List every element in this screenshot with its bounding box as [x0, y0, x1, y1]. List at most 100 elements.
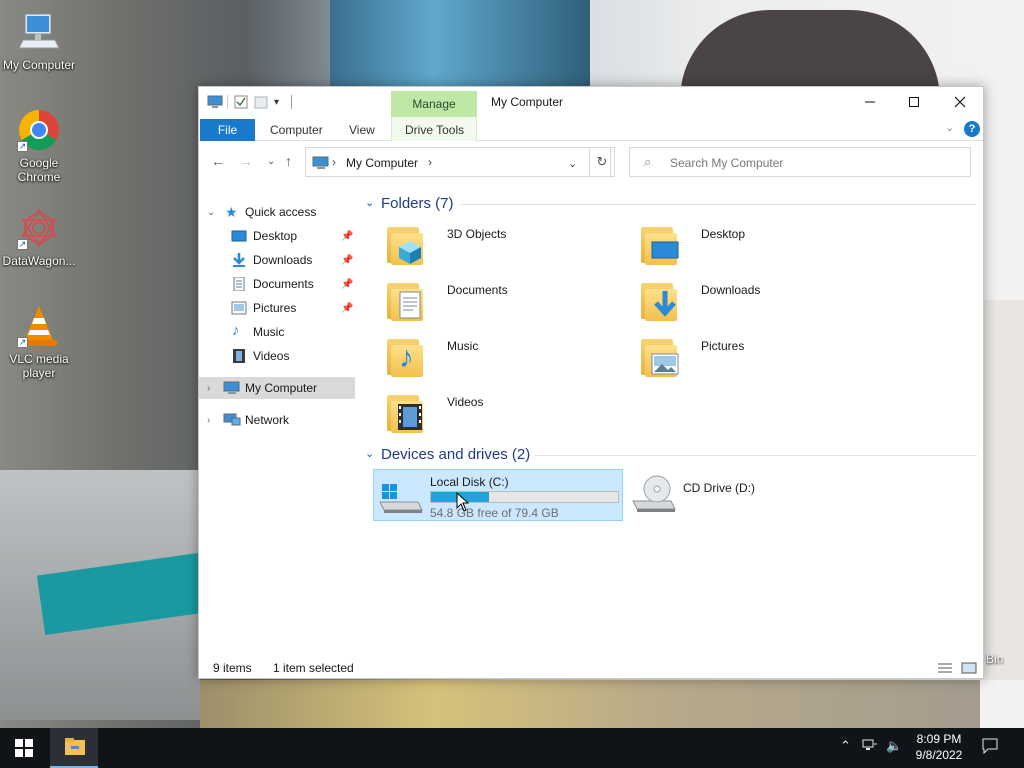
expand-arrow-icon[interactable]: ›	[207, 415, 210, 426]
nav-item-my-computer[interactable]: › My Computer	[199, 377, 355, 399]
nav-label: Network	[245, 413, 290, 427]
folder-videos[interactable]: Videos	[383, 389, 623, 441]
title-bar[interactable]: ▾ Manage My Computer	[199, 87, 983, 117]
address-dropdown-icon[interactable]: ⌄	[568, 157, 577, 170]
folder-documents[interactable]: Documents	[383, 277, 623, 329]
collapse-arrow-icon[interactable]: ⌄	[207, 207, 215, 218]
action-center-icon[interactable]	[982, 738, 998, 757]
window-title: My Computer	[491, 95, 564, 109]
computer-icon	[17, 10, 61, 54]
desktop-icon-my-computer[interactable]: My Computer	[1, 10, 77, 72]
pin-icon[interactable]: 📌	[341, 279, 353, 290]
volume-icon[interactable]: 🔈	[886, 738, 902, 754]
maximize-icon	[909, 97, 919, 107]
address-bar[interactable]: › My Computer › ⌄	[305, 147, 611, 177]
computer-small-icon	[207, 95, 223, 109]
cd-drive-icon	[631, 473, 677, 518]
group-header-devices[interactable]: ⌄ Devices and drives (2)	[365, 444, 977, 466]
quick-access-toolbar: ▾	[207, 95, 293, 109]
forward-icon[interactable]: →	[239, 153, 253, 169]
close-icon	[954, 96, 966, 108]
desktop-icon-vlc[interactable]: ↗ VLC media player	[1, 304, 77, 380]
recent-locations-icon[interactable]: ⌄	[267, 156, 275, 167]
pin-icon[interactable]: 📌	[341, 231, 353, 242]
taskbar-file-explorer[interactable]	[50, 728, 98, 768]
nav-item-documents[interactable]: Documents 📌	[199, 273, 355, 295]
large-icons-view-icon[interactable]	[961, 662, 977, 677]
start-button[interactable]	[0, 728, 48, 768]
breadcrumb-my-computer[interactable]: My Computer	[346, 156, 418, 170]
status-item-count: 9 items	[213, 661, 252, 675]
folder-label: Downloads	[701, 283, 761, 297]
nav-item-music[interactable]: ♪ Music	[199, 321, 355, 343]
toolbar-divider	[227, 95, 228, 109]
details-view-icon[interactable]	[937, 662, 953, 677]
nav-label: Documents	[253, 277, 314, 291]
tab-drive-tools[interactable]: Drive Tools	[405, 123, 464, 137]
nav-item-network[interactable]: › Network	[199, 409, 355, 431]
folder-music[interactable]: ♪ Music	[383, 333, 623, 385]
close-button[interactable]	[937, 87, 983, 117]
show-hidden-icons-icon[interactable]: ⌃	[840, 738, 851, 754]
music-folder-icon: ♪	[385, 333, 425, 379]
refresh-button[interactable]: ↻	[589, 147, 615, 177]
properties-icon[interactable]	[234, 95, 248, 109]
up-icon[interactable]: ↑	[285, 153, 292, 169]
folder-downloads[interactable]: Downloads	[637, 277, 877, 329]
nav-quick-access[interactable]: ⌄ ★ Quick access	[199, 201, 355, 223]
search-input[interactable]: ⌕ Search My Computer	[629, 147, 971, 177]
chrome-icon: ↗	[17, 108, 61, 152]
maximize-button[interactable]	[891, 87, 937, 117]
folder-label: Music	[447, 339, 479, 353]
desktop-icon	[231, 229, 247, 243]
navigation-bar: ← → ⌄ ↑ › My Computer › ⌄ ↻ ⌕ Search My …	[199, 145, 983, 179]
pin-icon[interactable]: 📌	[341, 255, 353, 266]
nav-item-downloads[interactable]: Downloads 📌	[199, 249, 355, 271]
collapse-group-icon[interactable]: ⌄	[365, 196, 374, 209]
breadcrumb-chevron-icon[interactable]: ›	[428, 155, 432, 169]
taskbar: ⌃ 🔈 8:09 PM 9/8/2022	[0, 728, 1024, 768]
picture-icon	[231, 301, 247, 315]
nav-label: Quick access	[245, 205, 317, 219]
breadcrumb-chevron-icon[interactable]: ›	[332, 155, 336, 169]
desktop-icon-datawagon[interactable]: ↗ DataWagon...	[1, 206, 77, 268]
folder-desktop[interactable]: Desktop	[637, 221, 877, 273]
taskbar-clock[interactable]: 8:09 PM 9/8/2022	[908, 731, 970, 763]
desktop-icon-chrome[interactable]: ↗ Google Chrome	[1, 108, 77, 184]
folder-pictures[interactable]: Pictures	[637, 333, 877, 385]
new-folder-icon[interactable]	[254, 95, 268, 109]
tab-computer[interactable]: Computer	[270, 123, 323, 137]
computer-small-icon	[223, 381, 240, 395]
drive-cd-d[interactable]: CD Drive (D:)	[627, 469, 867, 521]
desktop-icon-label: DataWagon...	[2, 254, 76, 268]
film-icon	[231, 349, 247, 363]
collapse-group-icon[interactable]: ⌄	[365, 447, 374, 460]
desktop-icon-label: My Computer	[2, 58, 76, 72]
navigation-pane: ⌄ ★ Quick access Desktop 📌 Downloads 📌 D…	[199, 191, 355, 651]
folder-3d-objects[interactable]: 3D Objects	[383, 221, 623, 273]
search-placeholder: Search My Computer	[670, 156, 784, 170]
document-icon	[231, 276, 247, 292]
tab-manage[interactable]: Manage	[391, 91, 477, 117]
minimize-button[interactable]	[847, 87, 893, 117]
search-icon: ⌕	[644, 154, 652, 169]
customize-toolbar-icon[interactable]: ▾	[274, 97, 279, 108]
pin-icon[interactable]: 📌	[341, 303, 353, 314]
tab-file[interactable]: File	[200, 119, 255, 141]
folder-label: Pictures	[701, 339, 745, 353]
network-tray-icon[interactable]	[862, 738, 878, 755]
nav-label: Videos	[253, 349, 290, 363]
nav-item-desktop[interactable]: Desktop 📌	[199, 225, 355, 247]
help-icon[interactable]: ?	[964, 121, 980, 137]
recycle-bin-label[interactable]: Bin	[986, 652, 1003, 666]
expand-ribbon-icon[interactable]: ⌄	[945, 121, 954, 134]
expand-arrow-icon[interactable]: ›	[207, 383, 210, 394]
group-header-folders[interactable]: ⌄ Folders (7)	[365, 193, 977, 215]
wallpaper-shape	[330, 0, 590, 90]
tab-view[interactable]: View	[349, 123, 375, 137]
back-icon[interactable]: ←	[211, 153, 225, 169]
drive-local-disk-c[interactable]: Local Disk (C:) 54.8 GB free of 79.4 GB	[373, 469, 623, 521]
desktop-icon-label: VLC media player	[9, 352, 69, 380]
nav-item-videos[interactable]: Videos	[199, 345, 355, 367]
nav-item-pictures[interactable]: Pictures 📌	[199, 297, 355, 319]
